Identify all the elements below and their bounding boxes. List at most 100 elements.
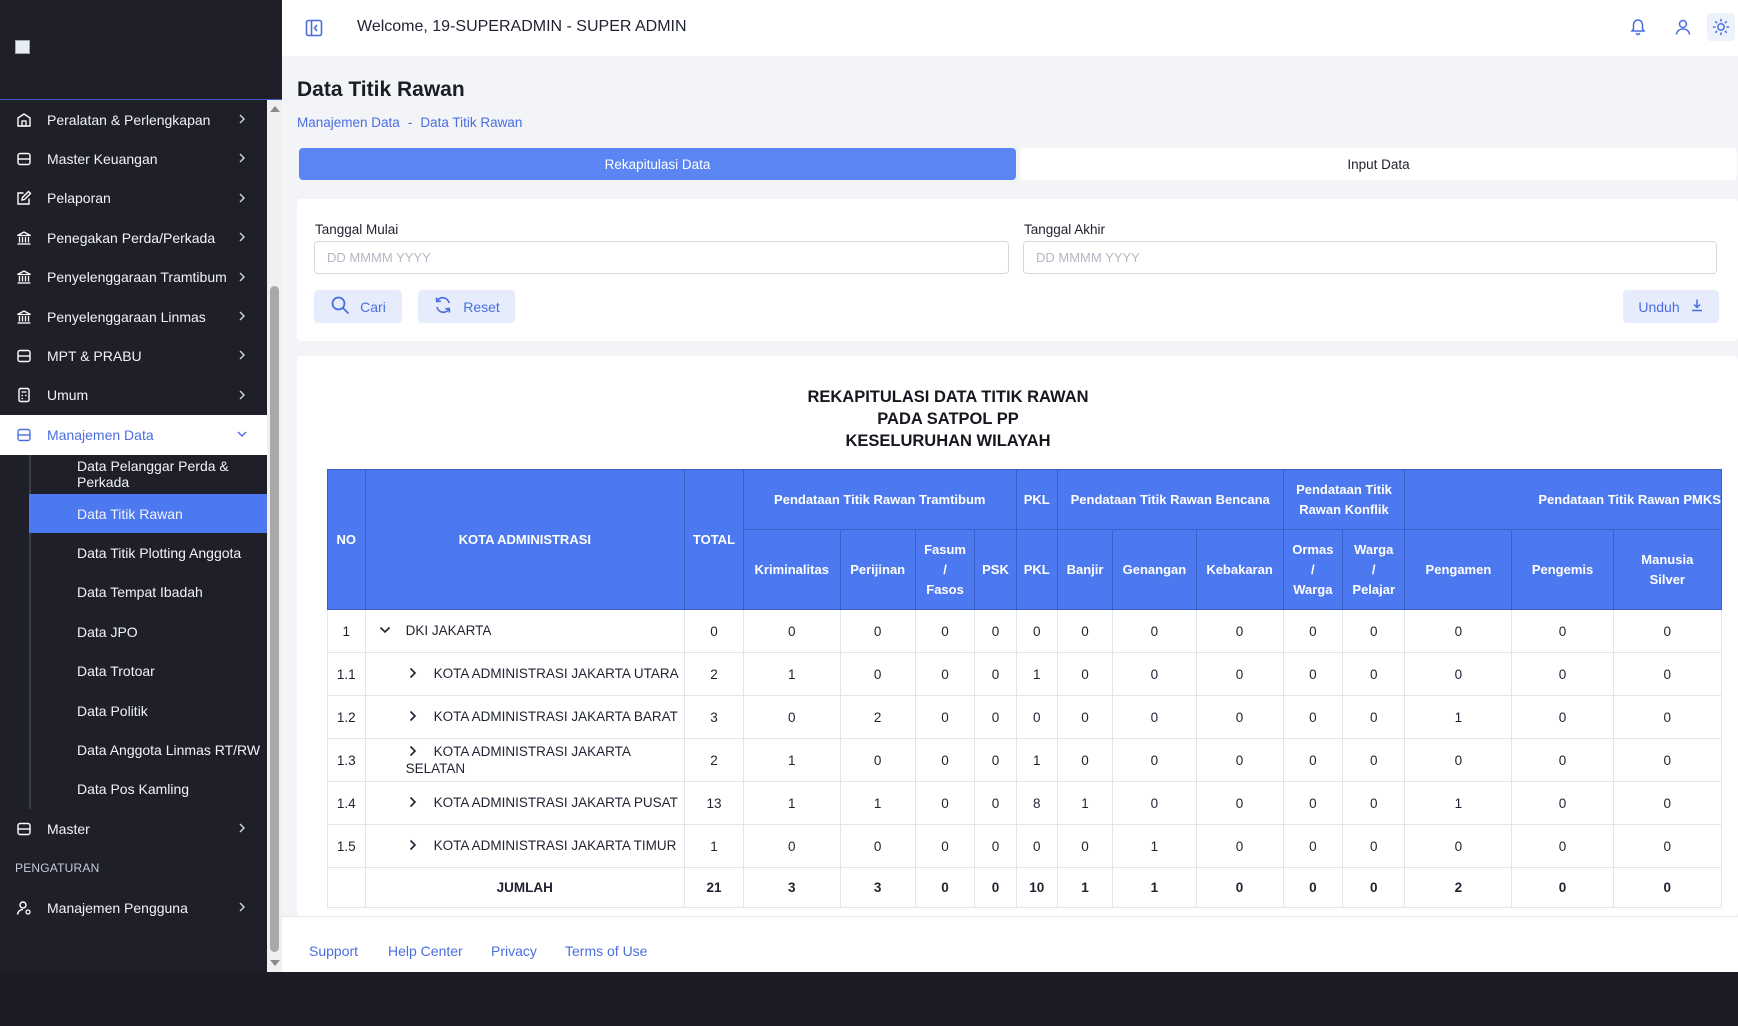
cell-perijinan: 3 (839, 867, 916, 908)
sidebar-subitem-label: Data Tempat Ibadah (77, 584, 203, 601)
table-row: 1.3 KOTA ADMINISTRASI JAKARTA SELATAN 2 … (327, 738, 1722, 782)
sidebar-subitem-data-anggota-linmas-rt-rw[interactable]: Data Anggota Linmas RT/RW (29, 730, 267, 770)
cell-warga-pelajar: 0 (1342, 652, 1406, 696)
footer-link-help-center[interactable]: Help Center (388, 943, 463, 959)
cell-pkl: 0 (1015, 609, 1058, 653)
cell-pengemis: 0 (1511, 824, 1614, 868)
scroll-up-icon[interactable] (270, 106, 280, 112)
cell-perijinan: 0 (839, 824, 916, 868)
footer-link-privacy[interactable]: Privacy (491, 943, 537, 959)
sidebar-subitem-label: Data Titik Plotting Anggota (77, 544, 242, 561)
sidebar-item-mpt-prabu[interactable]: MPT & PRABU (0, 336, 267, 375)
cell-genangan: 1 (1112, 867, 1197, 908)
sidebar-subitem-label: Data Pos Kamling (77, 781, 190, 798)
chevron-right-icon (235, 230, 249, 244)
cell-kota-label: KOTA ADMINISTRASI JAKARTA UTARA (433, 665, 679, 681)
cell-pkl: 0 (1015, 824, 1058, 868)
sidebar-subitem-label: Data Politik (77, 702, 148, 719)
cell-kebakaran: 0 (1195, 738, 1284, 782)
sidebar-subitem-data-jpo[interactable]: Data JPO (29, 612, 267, 652)
sidebar-item-manajemen-pengguna[interactable]: Manajemen Pengguna (0, 888, 267, 927)
chevron-right-icon[interactable] (406, 666, 420, 683)
sidebar-item-label: Manajemen Data (47, 426, 154, 443)
chevron-right-icon[interactable] (406, 838, 420, 855)
bottom-bar (0, 972, 1738, 1026)
cell-kriminalitas: 0 (742, 695, 841, 739)
sidebar-subitem-data-tempat-ibadah[interactable]: Data Tempat Ibadah (29, 572, 267, 613)
sidebar-subitem-data-titik-rawan[interactable]: Data Titik Rawan (29, 493, 267, 534)
cell-kota: KOTA ADMINISTRASI JAKARTA TIMUR (364, 824, 686, 868)
cell-kriminalitas: 1 (742, 738, 841, 782)
database-icon (16, 821, 32, 837)
cell-fasum-fasos: 0 (914, 609, 976, 653)
footer-link-terms-of-use[interactable]: Terms of Use (565, 943, 647, 959)
sidebar-scrollbar[interactable] (267, 100, 282, 972)
header-text: Pengamen (1425, 561, 1492, 577)
chevron-right-icon (235, 348, 249, 362)
sidebar-item-penyelenggaraan-linmas[interactable]: Penyelenggaraan Linmas (0, 297, 267, 336)
header-kota-administrasi: KOTA ADMINISTRASI (364, 469, 686, 610)
start-date-label: Tanggal Mulai (315, 222, 399, 237)
cell-genangan: 0 (1112, 738, 1197, 782)
welcome-text: Welcome, 19-SUPERADMIN - SUPER ADMIN (357, 18, 687, 35)
header-text: Silver (1649, 571, 1685, 587)
sidebar-item-peralatan-perlengkapan[interactable]: Peralatan & Perlengkapan (0, 100, 267, 139)
cell-kriminalitas: 1 (742, 652, 841, 696)
theme-toggle-icon[interactable] (1707, 13, 1735, 41)
sidebar-item-manajemen-data[interactable]: Manajemen Data (0, 415, 267, 455)
tab-rekapitulasi-data[interactable]: Rekapitulasi Data (299, 148, 1016, 180)
cell-banjir: 0 (1056, 738, 1114, 782)
cell-kota: KOTA ADMINISTRASI JAKARTA SELATAN (364, 738, 686, 782)
breadcrumb-item-manajemen-data[interactable]: Manajemen Data (297, 115, 400, 130)
search-button[interactable]: Cari (314, 290, 402, 323)
sidebar-item-label: Master (47, 820, 90, 837)
chevron-right-icon[interactable] (406, 795, 420, 812)
chevron-right-icon (235, 821, 249, 835)
chevron-right-icon[interactable] (406, 709, 420, 726)
sidebar-subitem-data-pelanggar-perda-perkada[interactable]: Data Pelanggar Perda & Perkada (29, 454, 267, 494)
scroll-down-icon[interactable] (270, 960, 280, 966)
sidebar-item-pelaporan[interactable]: Pelaporan (0, 179, 267, 218)
start-date-input[interactable] (314, 241, 1009, 274)
end-date-input[interactable] (1023, 241, 1717, 274)
cell-total: 2 (684, 652, 744, 696)
sidebar-item-master[interactable]: Master (0, 809, 267, 848)
logo-image (15, 40, 30, 54)
table-total-row: JUMLAH 21 3 3 0 0 10 1 1 0 0 0 2 0 0 (327, 867, 1722, 908)
sidebar-item-penyelenggaraan-tramtibum[interactable]: Penyelenggaraan Tramtibum (0, 258, 267, 297)
cell-kota: DKI JAKARTA (364, 609, 686, 653)
filter-card: Tanggal Mulai Tanggal Akhir Cari Reset U… (297, 199, 1738, 341)
cell-no (327, 867, 366, 908)
cell-kriminalitas: 0 (742, 609, 841, 653)
sidebar-item-penegakan-perda-perkada[interactable]: Penegakan Perda/Perkada (0, 218, 267, 257)
chevron-right-icon[interactable] (406, 744, 420, 761)
footer-link-support[interactable]: Support (309, 943, 358, 959)
cell-kebakaran: 0 (1195, 824, 1284, 868)
download-button[interactable]: Unduh (1623, 290, 1719, 323)
header-group-tramtibum: Pendataan Titik Rawan Tramtibum (742, 469, 1017, 530)
reset-button[interactable]: Reset (418, 290, 515, 323)
cell-pengemis: 0 (1511, 652, 1614, 696)
tab-input-data[interactable]: Input Data (1020, 148, 1737, 180)
sidebar-subitem-data-trotoar[interactable]: Data Trotoar (29, 651, 267, 691)
cell-pkl: 1 (1015, 738, 1058, 782)
breadcrumb-item-current[interactable]: Data Titik Rawan (420, 115, 522, 130)
report-table-viewport[interactable]: REKAPITULASI DATA TITIK RAWAN PADA SATPO… (297, 356, 1722, 916)
cell-psk: 0 (974, 738, 1017, 782)
sidebar-item-label: Manajemen Pengguna (47, 900, 188, 917)
sidebar-toggle-icon[interactable] (304, 18, 324, 38)
sidebar-item-master-keuangan[interactable]: Master Keuangan (0, 139, 267, 178)
sidebar-item-umum[interactable]: Umum (0, 376, 267, 415)
scrollbar-thumb[interactable] (270, 286, 279, 952)
user-icon[interactable] (1672, 16, 1694, 38)
sidebar-subitem-label: Data Trotoar (77, 663, 155, 680)
cell-kota: KOTA ADMINISTRASI JAKARTA UTARA (364, 652, 686, 696)
sidebar-subitem-data-pos-kamling[interactable]: Data Pos Kamling (29, 769, 267, 810)
bell-icon[interactable] (1627, 16, 1649, 38)
chevron-down-icon[interactable] (378, 623, 392, 640)
cell-no: 1.4 (327, 781, 366, 825)
reset-button-label: Reset (463, 298, 500, 315)
database-icon (16, 151, 32, 167)
sidebar-subitem-data-titik-plotting-anggota[interactable]: Data Titik Plotting Anggota (29, 533, 267, 573)
sidebar-subitem-data-politik[interactable]: Data Politik (29, 690, 267, 731)
